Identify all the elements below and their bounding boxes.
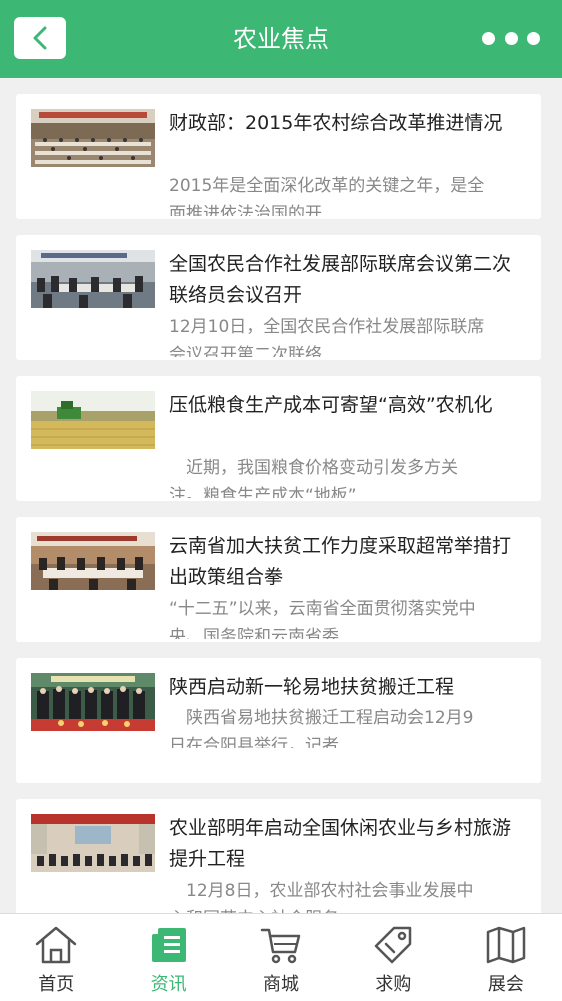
map-icon bbox=[486, 926, 526, 964]
news-summary: 近期，我国粮食价格变动引发多方关注。粮食生产成本“地板” bbox=[169, 458, 458, 498]
news-item[interactable]: 财政部：2015年农村综合改革推进情况 2015年是全面深化改革的关键之年，是全… bbox=[16, 94, 541, 219]
cart-icon bbox=[260, 928, 301, 964]
news-title: 陕西启动新一轮易地扶贫搬迁工程 bbox=[169, 676, 455, 698]
news-title: 农业部明年启动全国休闲农业与乡村旅游提升工程 bbox=[169, 817, 512, 870]
conference-hall-photo bbox=[31, 109, 155, 167]
tab-label: 求购 bbox=[375, 974, 412, 995]
news-title: 全国农民合作社发展部际联席会议第二次联络员会议召开 bbox=[169, 253, 512, 306]
tab-label: 商城 bbox=[263, 974, 300, 995]
harvester-field-photo bbox=[31, 391, 155, 449]
news-title: 云南省加大扶贫工作力度采取超常举措打出政策组合拳 bbox=[169, 535, 512, 588]
tab-expo[interactable]: 展会 bbox=[450, 914, 562, 1001]
tab-label: 首页 bbox=[38, 974, 75, 995]
more-button[interactable] bbox=[482, 28, 540, 48]
tab-home[interactable]: 首页 bbox=[0, 914, 112, 1001]
news-item[interactable]: 农业部明年启动全国休闲农业与乡村旅游提升工程 12月8日，农业部农村社会事业发展… bbox=[16, 799, 541, 913]
tab-shop[interactable]: 商城 bbox=[225, 914, 337, 1001]
news-list[interactable]: 财政部：2015年农村综合改革推进情况 2015年是全面深化改革的关键之年，是全… bbox=[0, 78, 562, 913]
ceremony-group-photo bbox=[31, 673, 155, 731]
auditorium-photo bbox=[31, 814, 155, 872]
tag-icon bbox=[375, 926, 412, 964]
news-summary: 2015年是全面深化改革的关键之年，是全面推进依法治国的开 bbox=[169, 176, 485, 216]
news-icon bbox=[151, 928, 186, 962]
news-title: 压低粮食生产成本可寄望“高效”农机化 bbox=[169, 394, 493, 416]
page-title: 农业焦点 bbox=[233, 25, 329, 53]
news-title: 财政部：2015年农村综合改革推进情况 bbox=[169, 112, 503, 134]
app-header: 农业焦点 bbox=[0, 0, 562, 78]
news-summary: 陕西省易地扶贫搬迁工程启动会12月9日在合阳县举行，记者 bbox=[169, 708, 474, 748]
bottom-tab-bar: 首页 资讯 商城 求购 展会 bbox=[0, 913, 562, 1001]
news-item[interactable]: 全国农民合作社发展部际联席会议第二次联络员会议召开 12月10日，全国农民合作社… bbox=[16, 235, 541, 360]
tab-label: 展会 bbox=[487, 974, 524, 995]
meeting-room-photo bbox=[31, 532, 155, 590]
tab-purchase[interactable]: 求购 bbox=[337, 914, 449, 1001]
news-summary: 12月8日，农业部农村社会事业发展中心和国花中心社会服务 bbox=[169, 881, 474, 913]
more-dots-icon bbox=[482, 31, 495, 45]
news-summary: 12月10日，全国农民合作社发展部际联席会议召开第二次联络 bbox=[169, 317, 485, 357]
tab-news[interactable]: 资讯 bbox=[112, 914, 224, 1001]
news-summary: “十二五”以来，云南省全面贯彻落实党中央、国务院和云南省委 bbox=[169, 599, 476, 639]
tab-label: 资讯 bbox=[150, 974, 187, 995]
home-icon bbox=[35, 926, 77, 964]
meeting-room-photo bbox=[31, 250, 155, 308]
news-item[interactable]: 压低粮食生产成本可寄望“高效”农机化 近期，我国粮食价格变动引发多方关注。粮食生… bbox=[16, 376, 541, 501]
news-item[interactable]: 陕西启动新一轮易地扶贫搬迁工程 陕西省易地扶贫搬迁工程启动会12月9日在合阳县举… bbox=[16, 658, 541, 783]
news-item[interactable]: 云南省加大扶贫工作力度采取超常举措打出政策组合拳 “十二五”以来，云南省全面贯彻… bbox=[16, 517, 541, 642]
